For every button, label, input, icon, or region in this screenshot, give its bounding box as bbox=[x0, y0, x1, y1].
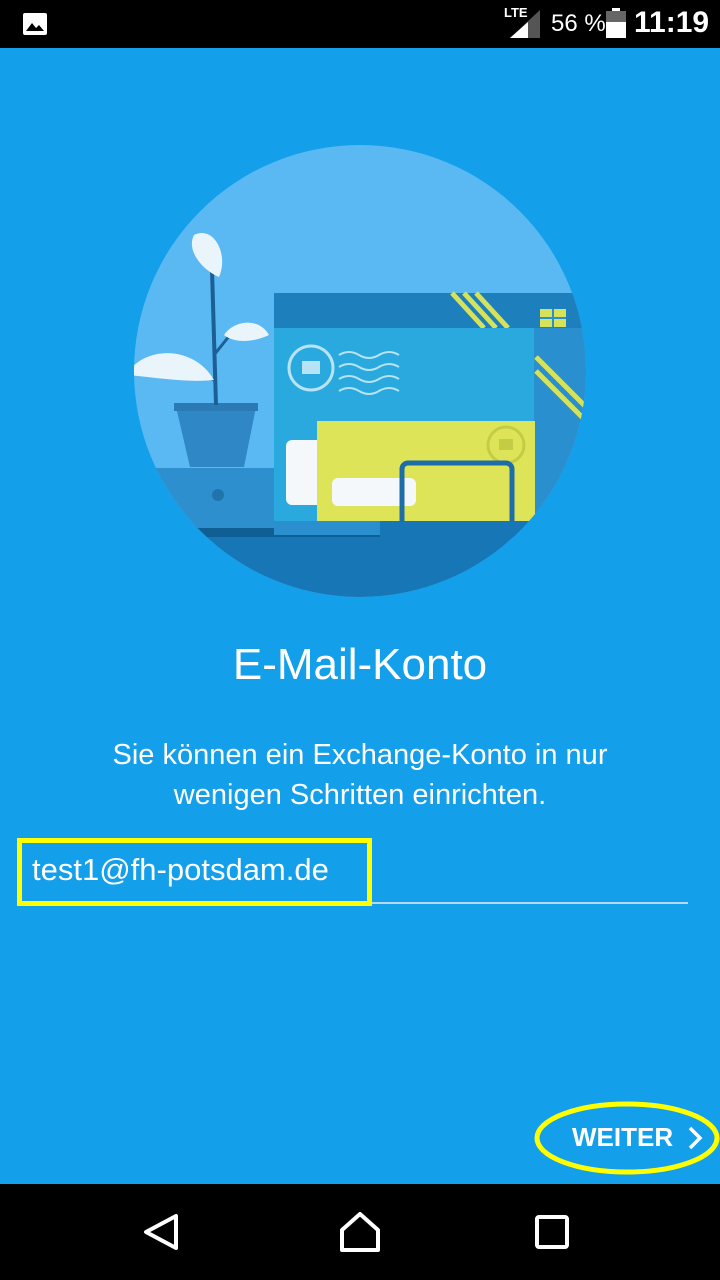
home-icon[interactable] bbox=[338, 1210, 382, 1254]
email-highlight-annotation bbox=[17, 838, 372, 906]
clock: 11:19 bbox=[634, 6, 710, 39]
status-bar: LTE 56 % 11:19 bbox=[0, 0, 720, 48]
next-highlight-annotation bbox=[534, 1101, 720, 1175]
battery-icon bbox=[606, 8, 626, 38]
navigation-bar bbox=[0, 1184, 720, 1280]
recents-icon[interactable] bbox=[530, 1210, 574, 1254]
page-description: Sie können ein Exchange-Konto in nur wen… bbox=[112, 739, 608, 811]
image-icon bbox=[23, 13, 47, 35]
page-title: E-Mail-Konto bbox=[232, 640, 488, 689]
signal-icon bbox=[510, 10, 540, 38]
email-illustration bbox=[134, 145, 586, 597]
battery-percent: 56 % bbox=[551, 10, 606, 37]
back-icon[interactable] bbox=[138, 1210, 182, 1254]
